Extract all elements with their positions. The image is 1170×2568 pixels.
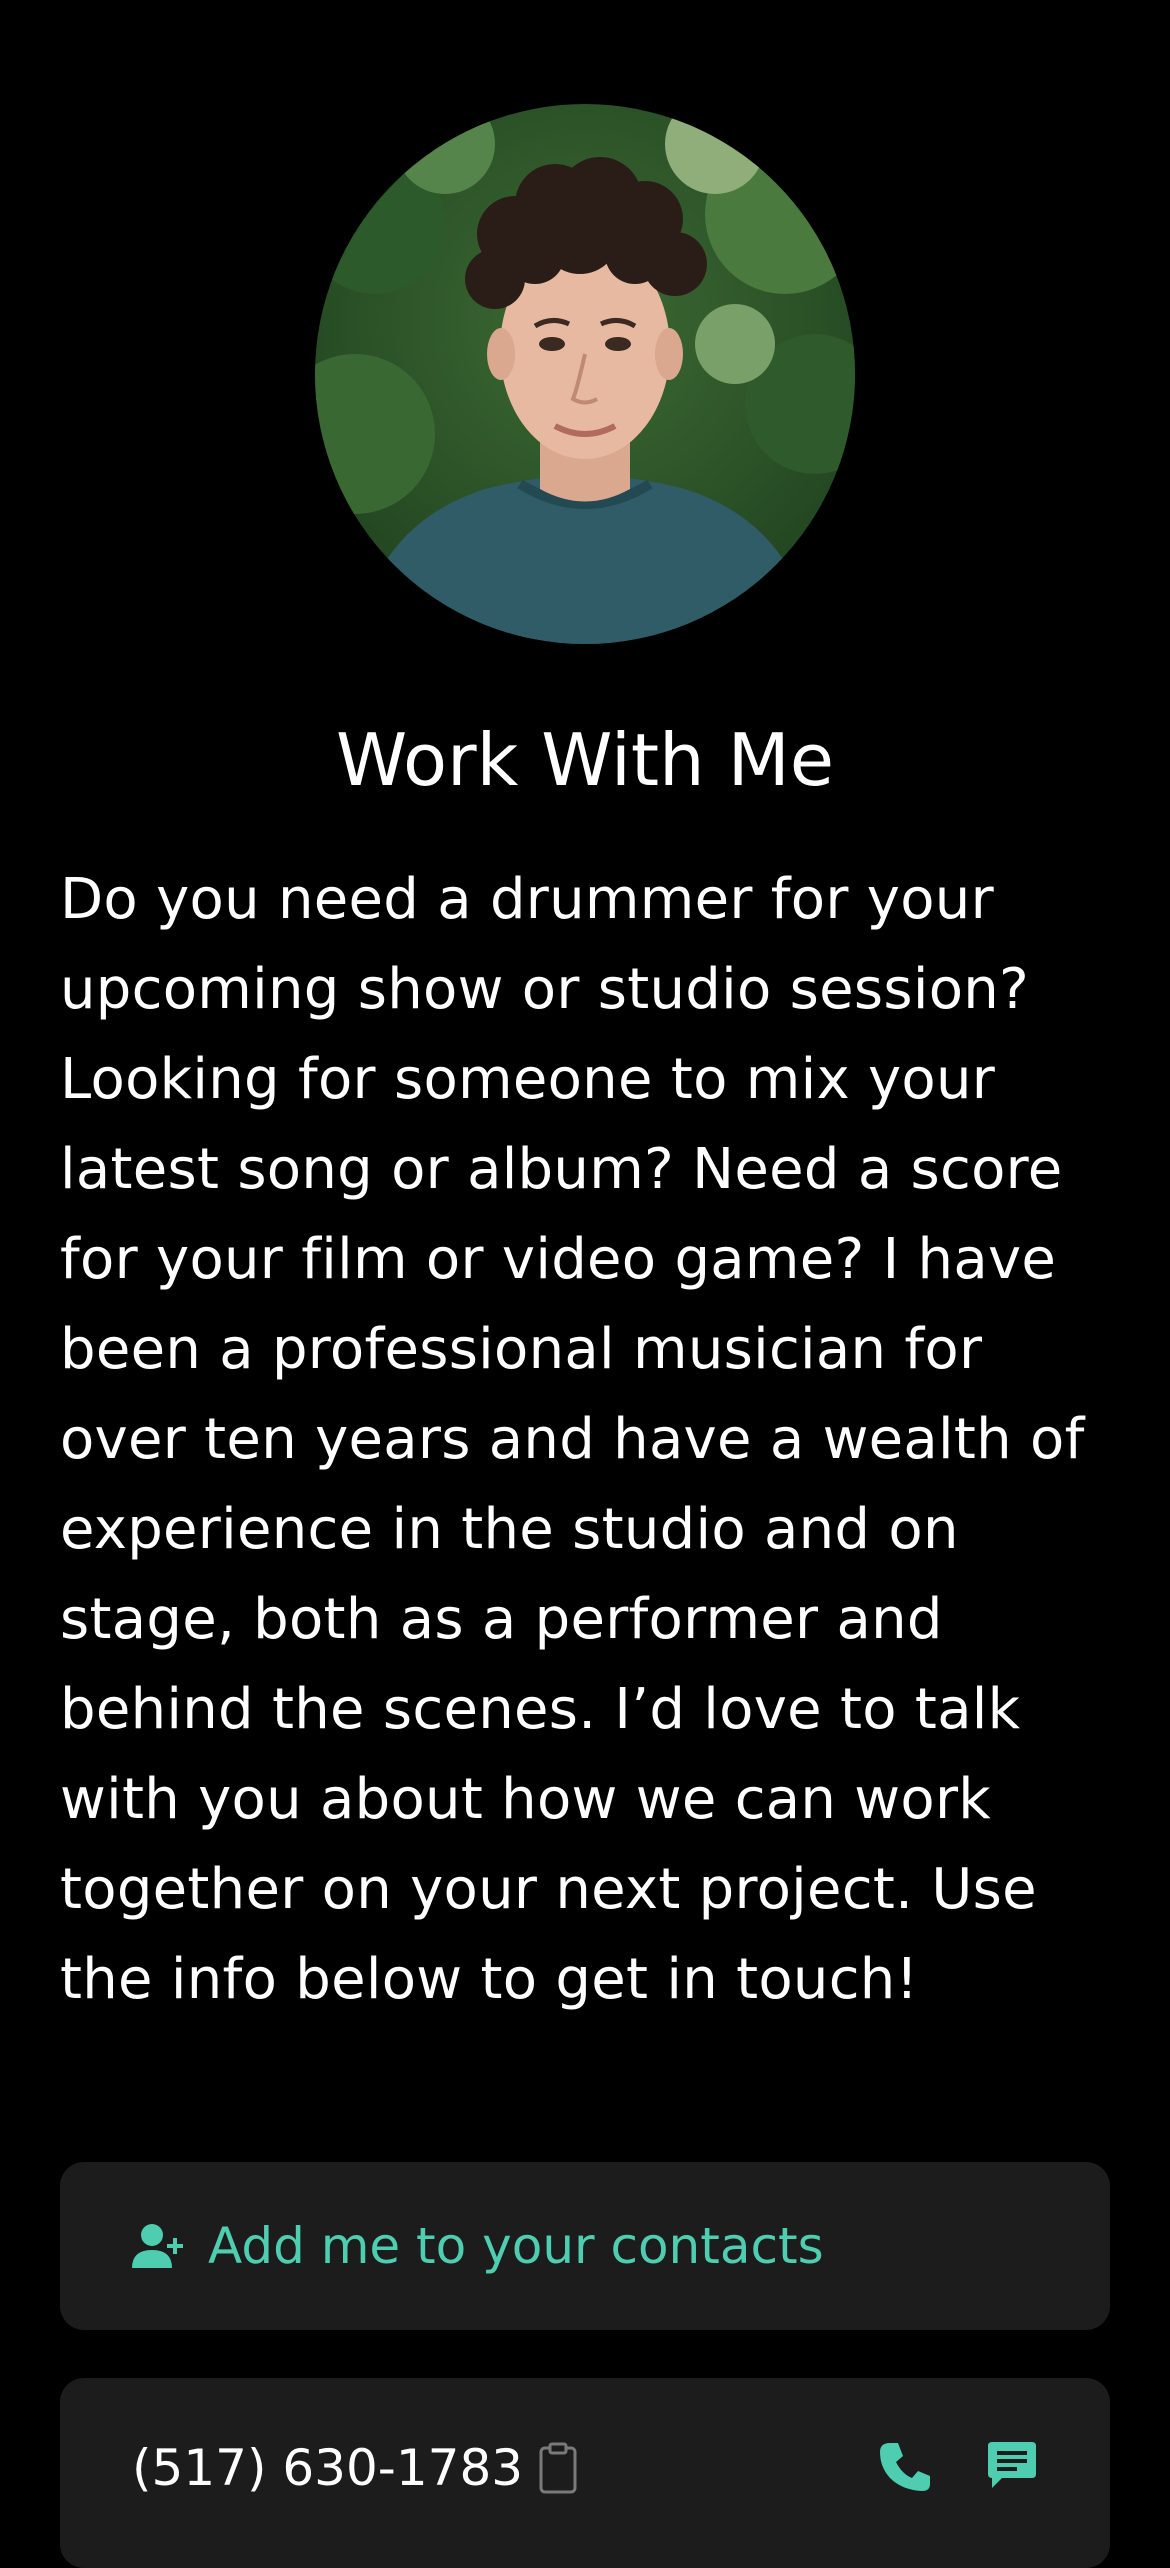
add-to-contacts-label: Add me to your contacts: [208, 2217, 824, 2275]
bio-text: Do you need a drummer for your upcoming …: [60, 867, 1085, 2012]
phone-number: (517) 630-1783: [132, 2439, 524, 2497]
clipboard-icon[interactable]: [538, 2442, 578, 2494]
avatar: [315, 104, 855, 644]
add-user-icon: [132, 2222, 184, 2270]
profile-photo: [315, 104, 855, 644]
add-to-contacts-button[interactable]: Add me to your contacts: [60, 2162, 1110, 2330]
page-title: Work With Me: [336, 718, 834, 802]
phone-icon[interactable]: [878, 2440, 932, 2494]
message-icon[interactable]: [986, 2440, 1038, 2492]
phone-card: (517) 630-1783: [60, 2378, 1110, 2568]
